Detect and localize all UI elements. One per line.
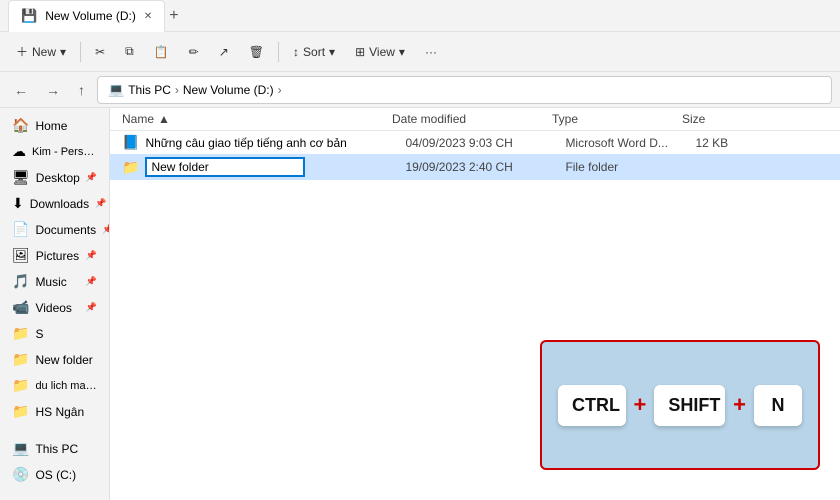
delete-icon: 🗑 [249,45,264,59]
sidebar-item-downloads[interactable]: ⬇ Downloads 📌 [4,191,105,216]
address-path[interactable]: 💻 This PC › New Volume (D:) › [97,76,832,104]
table-row[interactable]: 📘 Những câu giao tiếp tiếng anh cơ bản 0… [110,131,840,154]
sidebar-item-s-folder[interactable]: 📁 S [4,321,105,346]
this-pc-icon: 💻 [12,440,29,457]
sort-icon: ↕ [293,45,299,59]
more-icon: ··· [425,45,437,59]
computer-icon: 💻 [108,82,124,98]
sidebar: 🏠 Home ☁ Kim - Personal 🖥 Desktop 📌 ⬇ Do… [0,108,110,500]
rename-button[interactable]: ✏ [181,41,207,63]
sidebar-item-music[interactable]: 🎵 Music 📌 [4,269,105,294]
sidebar-item-videos[interactable]: 📹 Videos 📌 [4,295,105,320]
cut-button[interactable]: ✂ [87,41,113,63]
sidebar-item-du-lich[interactable]: 📁 du lich mang den tu [4,373,105,398]
ctrl-key: CTRL [558,385,626,426]
window-tab[interactable]: 💾 New Volume (D:) ✕ [8,0,165,32]
view-button[interactable]: ⊞ View ▾ [347,41,413,63]
plus-icon-1: + [634,392,647,418]
pin-icon: 📌 [86,276,97,287]
pin-icon: 📌 [102,224,110,235]
cloud-icon: ☁ [12,143,26,160]
sidebar-item-documents[interactable]: 📄 Documents 📌 [4,217,105,242]
copy-button[interactable]: ⧉ [117,40,142,63]
sidebar-item-this-pc[interactable]: 💻 This PC [4,436,105,461]
folder-file-icon: 📁 [122,159,139,176]
folder-icon: 📁 [12,351,29,368]
folder-icon: 📁 [12,325,29,342]
main-layout: 🏠 Home ☁ Kim - Personal 🖥 Desktop 📌 ⬇ Do… [0,108,840,500]
folder-icon: 📁 [12,377,29,394]
downloads-icon: ⬇ [12,195,24,212]
back-button[interactable]: ← [8,78,34,102]
sidebar-item-desktop[interactable]: 🖥 Desktop 📌 [4,165,105,190]
path-separator-1: › [175,83,179,97]
more-button[interactable]: ··· [417,41,445,63]
toolbar-separator-2 [278,42,279,62]
path-this-pc[interactable]: This PC [128,83,171,97]
view-icon: ⊞ [355,45,365,59]
column-type[interactable]: Type [552,112,682,126]
music-icon: 🎵 [12,273,29,290]
toolbar-separator-1 [80,42,81,62]
shortcut-overlay: CTRL + SHIFT + N [540,340,820,470]
sort-chevron-icon: ▾ [329,45,335,59]
pin-icon: 📌 [86,172,97,183]
path-separator-2: › [278,83,282,97]
new-tab-button[interactable]: + [169,7,178,25]
pin-icon: 📌 [86,250,97,261]
window-icon: 💾 [21,8,37,24]
new-icon: ＋ [16,43,28,60]
copy-icon: ⧉ [125,44,134,59]
paste-button[interactable]: 📋 [146,41,177,63]
sort-asc-icon: ▲ [158,112,170,126]
address-bar: ← → ↑ 💻 This PC › New Volume (D:) › [0,72,840,108]
shift-key: SHIFT [654,385,725,426]
sidebar-item-os-c[interactable]: 💿 OS (C:) [4,462,105,487]
file-list-panel: Name ▲ Date modified Type Size 📘 Những c… [110,108,840,500]
sidebar-item-home[interactable]: 🏠 Home [4,113,105,138]
sidebar-item-hs-ngan[interactable]: 📁 HS Ngân [4,399,105,424]
pin-icon: 📌 [95,198,106,209]
column-name[interactable]: Name ▲ [122,112,392,126]
home-icon: 🏠 [12,117,29,134]
cut-icon: ✂ [95,45,105,59]
sidebar-item-new-folder[interactable]: 📁 New folder [4,347,105,372]
column-date[interactable]: Date modified [392,112,552,126]
word-file-icon: 📘 [122,134,139,151]
delete-button[interactable]: 🗑 [241,41,272,63]
toolbar: ＋ New ▾ ✂ ⧉ 📋 ✏ ↗ 🗑 ↕ Sort ▾ ⊞ View ▾ ··… [0,32,840,72]
new-chevron-icon: ▾ [60,45,66,59]
sidebar-item-cloud[interactable]: ☁ Kim - Personal [4,139,105,164]
forward-button[interactable]: → [40,78,66,102]
n-key: N [754,385,802,426]
tab-close-button[interactable]: ✕ [144,11,152,22]
share-button[interactable]: ↗ [211,41,237,63]
up-button[interactable]: ↑ [72,78,91,102]
sort-button[interactable]: ↕ Sort ▾ [285,41,343,63]
pin-icon: 📌 [86,302,97,313]
plus-icon-2: + [733,392,746,418]
documents-icon: 📄 [12,221,29,238]
share-icon: ↗ [219,45,229,59]
column-size[interactable]: Size [682,112,762,126]
path-drive[interactable]: New Volume (D:) [183,83,274,97]
rename-icon: ✏ [189,45,199,59]
sidebar-item-pictures[interactable]: 🖼 Pictures 📌 [4,243,105,268]
column-headers: Name ▲ Date modified Type Size [110,108,840,131]
paste-icon: 📋 [154,45,169,59]
view-chevron-icon: ▾ [399,45,405,59]
tab-label: New Volume (D:) [45,9,136,23]
title-bar: 💾 New Volume (D:) ✕ + [0,0,840,32]
table-row[interactable]: 📁 19/09/2023 2:40 CH File folder [110,154,840,180]
drive-icon: 💿 [12,466,29,483]
pictures-icon: 🖼 [12,247,30,264]
folder-icon: 📁 [12,403,29,420]
videos-icon: 📹 [12,299,29,316]
rename-input[interactable] [145,157,305,177]
new-button[interactable]: ＋ New ▾ [8,39,74,64]
desktop-icon: 🖥 [12,169,30,186]
